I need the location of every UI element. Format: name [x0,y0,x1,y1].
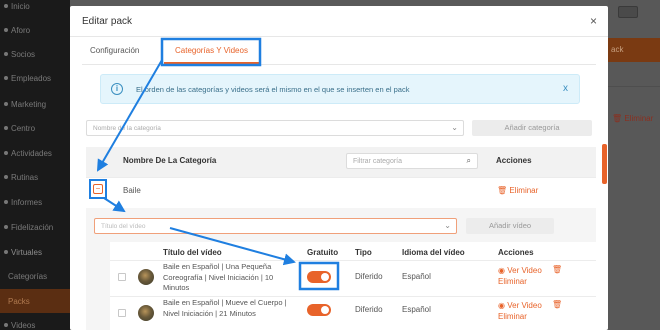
delete-category-link[interactable]: 🗑 Eliminar [497,186,538,195]
sidebar-item-rutinas[interactable]: Rutinas [0,165,70,189]
category-select[interactable]: Nombre de la categoría ⌄ [86,120,464,136]
free-toggle[interactable] [307,304,331,316]
row-checkbox[interactable] [118,273,126,281]
modal-title: Editar pack [82,16,133,27]
video-thumbnail [138,269,154,285]
sidebar-section-virtuales[interactable]: Virtuales [0,240,70,264]
video-language: Español [402,305,431,314]
trash-icon: 🗑 [497,186,508,195]
tab-categorias-y-videos[interactable]: Categorías Y Videos [175,46,248,55]
video-language: Español [402,272,431,281]
add-category-button[interactable]: Añadir categoría [472,120,592,136]
bullet-icon [4,151,8,155]
video-title: Baile en Español | Mueve el Cuerpo | Niv… [163,298,287,318]
eye-icon: ◉ [498,266,505,275]
divider [110,260,596,261]
video-type: Diferido [355,272,383,281]
filter-category-input[interactable]: Filtrar categoría ⌕ [346,153,478,169]
divider [86,177,596,178]
trash-icon: 🗑 [612,114,623,123]
sidebar-item-empleados[interactable]: Empleados [0,66,70,90]
view-video-link[interactable]: ◉ Ver Video [498,265,542,276]
info-icon: i [111,83,123,95]
view-video-link[interactable]: ◉ Ver Video [498,300,542,311]
category-name: Baile [123,186,141,195]
modal-scrollbar[interactable] [602,144,607,184]
column-header-category-name: Nombre De La Categoría [123,156,217,165]
bullet-icon [4,102,8,106]
sidebar-item-packs[interactable]: Packs [0,289,70,313]
background-add-pack-button: ack [608,38,660,62]
row-checkbox[interactable] [118,309,126,317]
video-type: Diferido [355,305,383,314]
divider [70,36,608,37]
column-header-free: Gratuito [307,248,339,257]
bullet-icon [4,250,8,254]
sidebar: Inicio Aforo Socios Empleados Marketing … [0,0,70,330]
trash-icon[interactable]: 🗑 [552,265,562,274]
close-icon[interactable]: × [590,14,597,28]
background-eliminar-link: 🗑 Eliminar [612,114,654,123]
tab-configuracion[interactable]: Configuración [90,46,139,55]
sidebar-item-videos[interactable]: Videos [0,313,70,330]
video-title: Baile en Español | Una Pequeña Coreograf… [163,262,274,292]
sidebar-item-marketing[interactable]: Marketing [0,92,70,116]
bullet-icon [4,76,8,80]
bullet-icon [4,225,8,229]
delete-video-link[interactable]: Eliminar [498,311,527,322]
bullet-icon [4,126,8,130]
info-alert: i El orden de las categorías y videos se… [100,74,580,104]
info-text: El orden de las categorías y videos será… [136,85,410,94]
background-search-box [618,6,638,18]
collapse-toggle[interactable]: − [93,184,103,194]
chevron-down-icon: ⌄ [451,123,458,132]
eye-icon: ◉ [498,301,505,310]
divider [82,64,596,65]
sidebar-item-centro[interactable]: Centro [0,116,70,140]
search-icon: ⌕ [466,156,471,165]
sidebar-item-informes[interactable]: Informes [0,190,70,214]
column-header-video-actions: Acciones [498,248,534,257]
close-icon[interactable]: x [563,83,568,94]
column-header-actions: Acciones [496,156,532,165]
toggle-knob [321,273,329,281]
bullet-icon [4,200,8,204]
sidebar-item-categorias[interactable]: Categorías [0,264,70,288]
add-video-button[interactable]: Añadir vídeo [466,218,554,234]
sidebar-item-aforo[interactable]: Aforo [0,18,70,42]
sidebar-item-fidelizacion[interactable]: Fidelización [0,215,70,239]
bullet-icon [4,52,8,56]
sidebar-item-socios[interactable]: Socios [0,42,70,66]
column-header-language: Idioma del vídeo [402,248,465,257]
divider [110,296,596,297]
video-thumbnail [138,305,154,321]
sidebar-item-inicio[interactable]: Inicio [0,0,70,18]
bullet-icon [4,4,8,8]
edit-pack-modal: Editar pack × Configuración Categorías Y… [70,6,608,330]
background-divider [608,86,660,87]
free-toggle[interactable] [307,271,331,283]
trash-icon[interactable]: 🗑 [552,300,562,309]
sidebar-item-actividades[interactable]: Actividades [0,141,70,165]
bullet-icon [4,323,8,327]
chevron-down-icon: ⌄ [444,221,451,230]
delete-video-link[interactable]: Eliminar [498,276,527,287]
bullet-icon [4,28,8,32]
column-header-video-title: Título del vídeo [163,248,222,257]
bullet-icon [4,175,8,179]
video-select[interactable]: Título del vídeo ⌄ [94,218,457,234]
column-header-type: Tipo [355,248,372,257]
toggle-knob [321,306,329,314]
category-table-header: Nombre De La Categoría Filtrar categoría… [86,147,596,177]
